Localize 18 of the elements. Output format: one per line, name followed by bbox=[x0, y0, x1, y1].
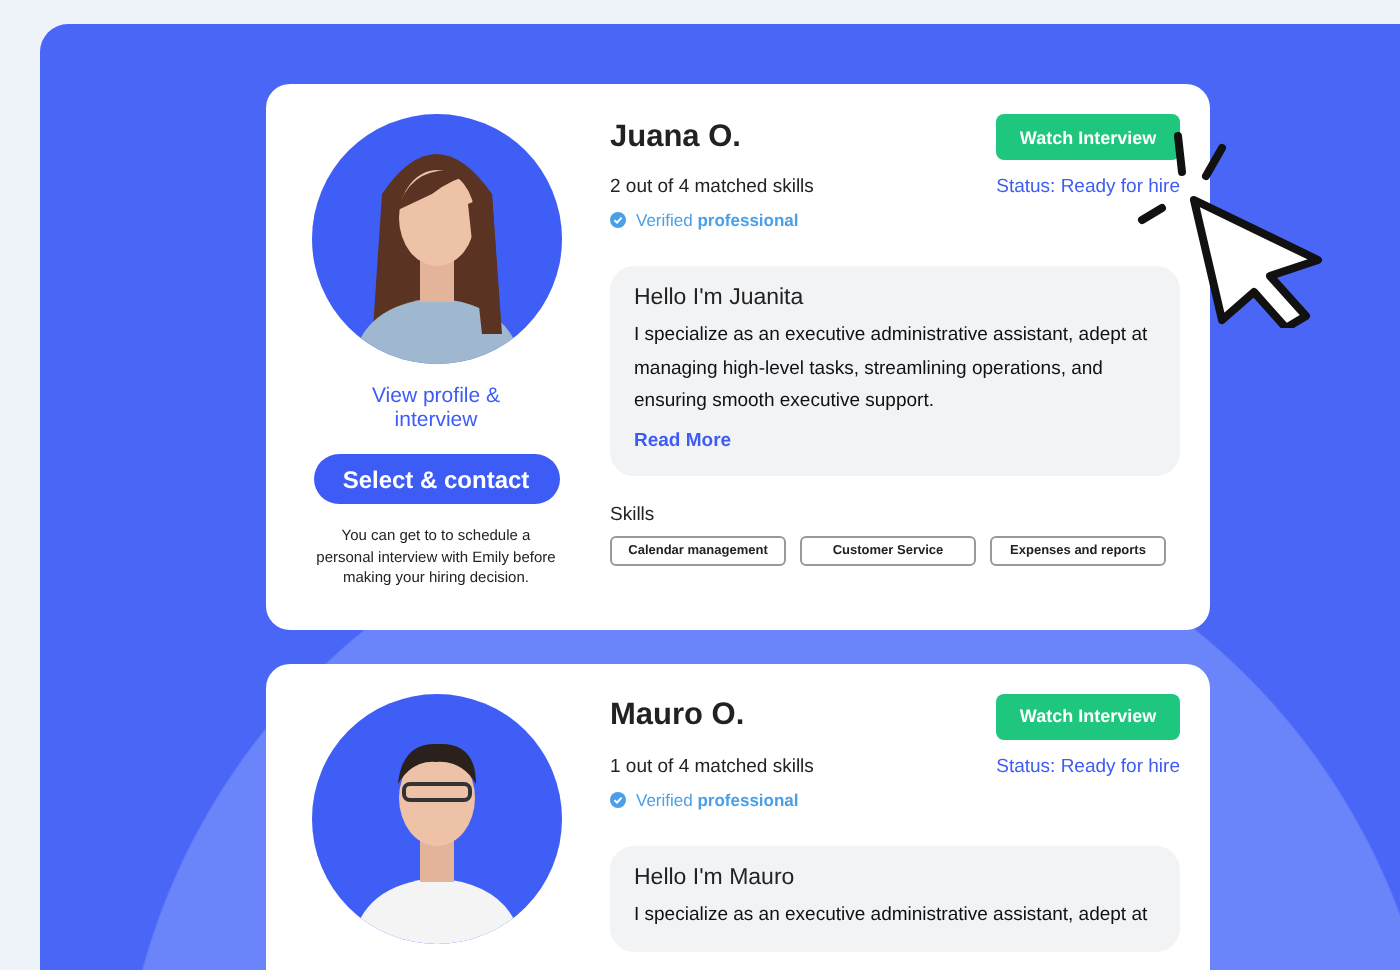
matched-skills: 2 out of 4 matched skills bbox=[610, 176, 814, 198]
skills-label: Skills bbox=[610, 503, 657, 525]
candidate-name: Mauro O. bbox=[610, 698, 745, 734]
bio-text: I specialize as an executive administrative assistant, adept at bbox=[634, 901, 1150, 929]
verified-icon bbox=[610, 791, 626, 807]
bio-title: Hello I'm Mauro bbox=[634, 865, 797, 889]
matched-skills: 1 out of 4 matched skills bbox=[610, 755, 814, 777]
bio-title: Hello I'm Juanita bbox=[634, 286, 806, 310]
bio-text: I specialize as an executive administrative assistant, adept at managing high-level tasks, streamlining operations, and ensuring smooth executive support. bbox=[634, 322, 1150, 416]
verified-label: Verified professional bbox=[636, 789, 799, 809]
status-text: Status: Ready for hire bbox=[996, 755, 1180, 777]
verified-icon bbox=[610, 212, 626, 228]
candidate-name: Juana O. bbox=[610, 119, 741, 155]
select-contact-button[interactable]: Select & contact bbox=[313, 454, 559, 504]
profile-link[interactable]: View profile & interview bbox=[336, 384, 536, 432]
verified-label: Verified professional bbox=[636, 210, 799, 230]
status-text: Status: Ready for hire bbox=[996, 176, 1180, 198]
read-more-link[interactable]: Read More bbox=[634, 429, 732, 451]
